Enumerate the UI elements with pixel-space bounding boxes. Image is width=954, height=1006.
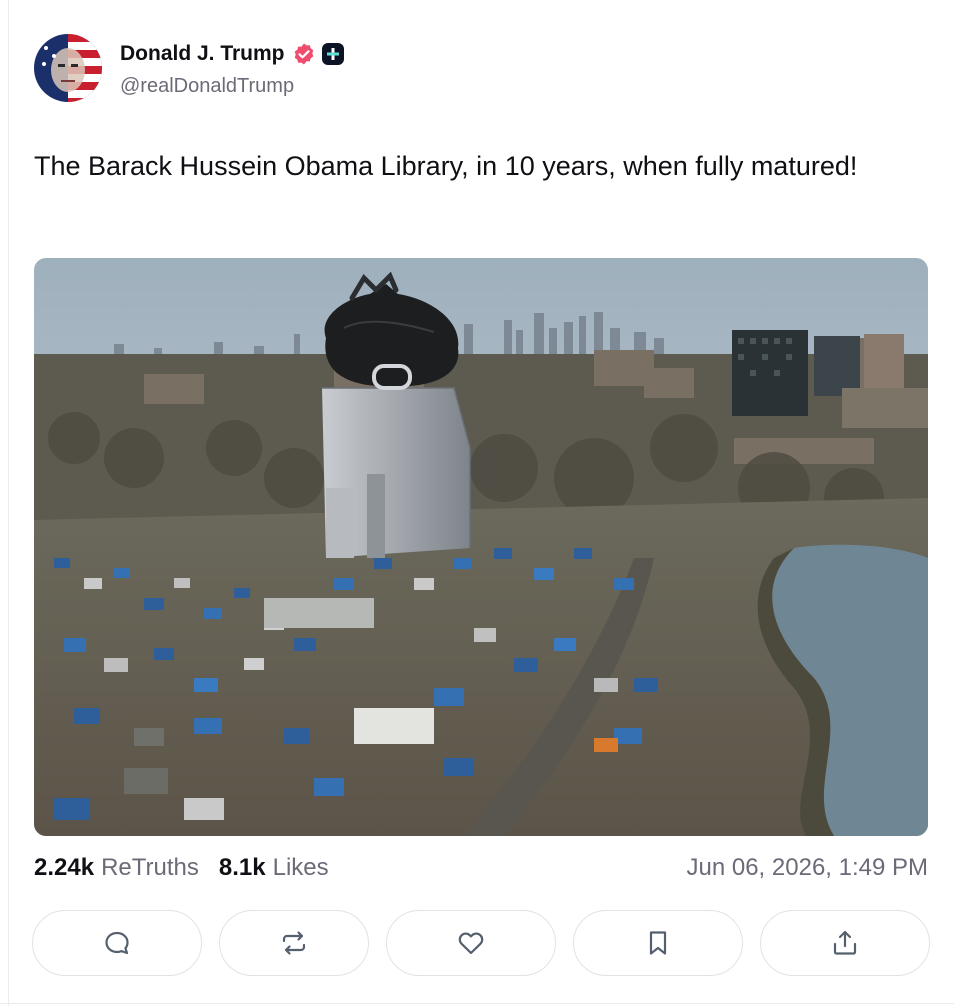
post-stats: 2.24k ReTruths 8.1k Likes Jun 06, 2026, …	[34, 852, 928, 884]
likes-label: Likes	[272, 854, 329, 881]
author-handle[interactable]: @realDonaldTrump	[120, 75, 344, 98]
plus-badge-icon	[321, 43, 344, 65]
share-button[interactable]	[760, 910, 930, 976]
retruth-button[interactable]	[219, 910, 369, 976]
like-button[interactable]	[386, 910, 556, 976]
likes-stat[interactable]: 8.1k Likes	[219, 854, 329, 882]
action-bar	[32, 910, 930, 978]
author-display-name[interactable]: Donald J. Trump	[120, 42, 285, 66]
retruths-stat[interactable]: 2.24k ReTruths	[34, 854, 199, 882]
post-timestamp[interactable]: Jun 06, 2026, 1:49 PM	[687, 854, 929, 882]
post-header: Donald J. Trump @realDonaldTrump	[34, 34, 344, 104]
retruths-label: ReTruths	[101, 854, 199, 881]
post-image[interactable]	[34, 258, 928, 836]
bottom-divider	[0, 1003, 954, 1004]
avatar[interactable]	[34, 34, 102, 102]
left-divider	[8, 0, 9, 1006]
reply-icon	[105, 931, 129, 955]
reply-button[interactable]	[32, 910, 202, 976]
retruths-count: 2.24k	[34, 854, 95, 881]
verified-badge-icon	[292, 42, 316, 66]
bookmark-button[interactable]	[573, 910, 743, 976]
bookmark-icon	[649, 931, 667, 955]
post-text: The Barack Hussein Obama Library, in 10 …	[34, 151, 858, 181]
share-icon	[833, 930, 857, 955]
likes-count: 8.1k	[218, 854, 266, 881]
like-icon	[458, 932, 484, 955]
retruth-icon	[282, 931, 306, 955]
